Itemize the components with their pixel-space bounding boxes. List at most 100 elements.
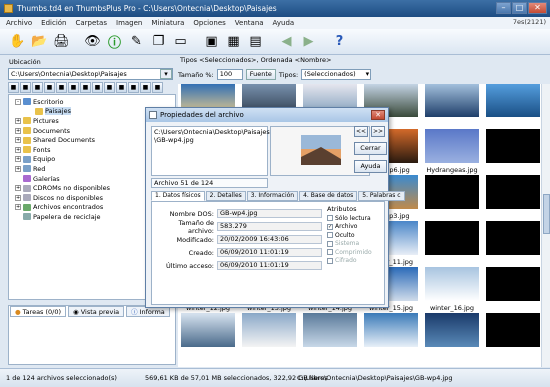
filter-info: Tipos <Seleccionados>, Ordenada <Nombre>: [180, 55, 332, 64]
expand-icon[interactable]: +: [15, 165, 21, 172]
thumbnail-image: [303, 313, 357, 347]
copy-icon[interactable]: ❐: [149, 32, 168, 51]
open-folder-icon[interactable]: 📂: [30, 32, 49, 51]
window-title: Thumbs.td4 en ThumbsPlus Pro - C:\Users\…: [17, 4, 277, 13]
maximize-button[interactable]: □: [512, 2, 527, 14]
thumbnail-image: [486, 84, 540, 117]
tab-details[interactable]: 2. Detalles: [205, 191, 246, 201]
folder-tool-icon[interactable]: ■: [56, 82, 67, 93]
close-dialog-button[interactable]: Cerrar: [354, 142, 387, 155]
title-bar: Thumbs.td4 en ThumbsPlus Pro - C:\Users\…: [0, 0, 550, 17]
thumbnail-item[interactable]: [483, 172, 542, 222]
expand-icon[interactable]: +: [15, 137, 21, 144]
folder-tool-icon[interactable]: ■: [44, 82, 55, 93]
menu-item[interactable]: Carpetas: [76, 19, 108, 27]
path-dropdown-button[interactable]: ▾: [160, 69, 172, 79]
menu-item[interactable]: Ventana: [235, 19, 264, 27]
folder-tool-icon[interactable]: ■: [140, 82, 151, 93]
thumbnail-item[interactable]: [300, 310, 360, 360]
slideshow-icon[interactable]: ▣: [202, 32, 221, 51]
expand-icon[interactable]: +: [15, 194, 21, 201]
folder-tool-icon[interactable]: ■: [104, 82, 115, 93]
menu-item[interactable]: Archivo: [6, 19, 32, 27]
tab-preview[interactable]: ◉ Vista previa: [68, 306, 125, 317]
main-toolbar: ✋ 📂 🖨 👁 ⓘ ✎ ❐ ▭ ▣ ▦ ▤ ◀ ▶ ?: [0, 29, 550, 55]
close-button[interactable]: ✕: [528, 2, 547, 14]
tab-keywords[interactable]: 5. Palabras c: [358, 191, 405, 201]
path-input[interactable]: C:\Users\Ontecnia\Desktop\Paisajes: [8, 68, 173, 80]
expand-icon[interactable]: +: [15, 127, 21, 134]
scrollbar-thumb[interactable]: [543, 194, 550, 234]
scanner-icon[interactable]: 🖨: [52, 32, 71, 51]
grid-scrollbar[interactable]: [541, 84, 550, 367]
menu-item[interactable]: Miniatura: [151, 19, 184, 27]
folder-tool-icon[interactable]: ■: [80, 82, 91, 93]
file-name-line: \GB-wp4.jpg: [154, 136, 194, 144]
folder-tool-icon[interactable]: ■: [8, 82, 19, 93]
types-select[interactable]: (Seleccionados): [301, 69, 372, 80]
forward-arrow-icon[interactable]: ▶: [299, 32, 318, 51]
thumbnail-item[interactable]: [422, 310, 482, 360]
thumbnail-item[interactable]: [239, 310, 299, 360]
attribute-label: Sistema: [335, 240, 360, 248]
expand-icon[interactable]: +: [15, 204, 21, 211]
thumbnail-item[interactable]: [361, 310, 421, 360]
thumbnail-item[interactable]: [422, 84, 482, 130]
property-row: Tamaño de archivo: 583.279: [158, 219, 328, 235]
view-eye-icon[interactable]: 👁: [83, 32, 102, 51]
font-button[interactable]: Fuente: [245, 69, 276, 80]
tree-item-label: Escritorio: [33, 97, 64, 106]
folder-icon: [23, 155, 31, 163]
minimize-button[interactable]: –: [496, 2, 511, 14]
document-icon[interactable]: ▭: [171, 32, 190, 51]
thumbnail-item[interactable]: [178, 310, 238, 360]
tab-physical-data[interactable]: 1. Datos físicos: [151, 191, 205, 201]
next-file-button[interactable]: >>: [371, 126, 385, 137]
size-input[interactable]: 100: [216, 69, 243, 80]
expand-icon[interactable]: +: [15, 117, 21, 124]
help-button[interactable]: Ayuda: [354, 160, 387, 173]
thumbnail-item[interactable]: [483, 84, 542, 130]
expand-icon[interactable]: +: [15, 156, 21, 163]
tab-information[interactable]: 3. Información: [246, 191, 299, 201]
menu-item[interactable]: Ayuda: [273, 19, 295, 27]
thumbnail-item[interactable]: [483, 218, 542, 268]
prev-file-button[interactable]: <<: [354, 126, 368, 137]
help-icon[interactable]: ?: [330, 32, 349, 51]
folder-tool-icon[interactable]: ■: [68, 82, 79, 93]
attribute-checkbox-row: Sólo lectura: [327, 214, 381, 223]
info-icon[interactable]: ⓘ: [105, 32, 124, 51]
folder-tool-icon[interactable]: ■: [152, 82, 163, 93]
tree-item[interactable]: - Escritorio: [15, 97, 175, 107]
thumbnail-item[interactable]: [483, 264, 542, 314]
folder-icon: [23, 136, 31, 144]
thumbnail-item[interactable]: [483, 310, 542, 360]
tab-tasks[interactable]: ● Tareas (0/0): [10, 306, 67, 317]
expand-icon[interactable]: +: [15, 146, 21, 153]
thumbnail-item[interactable]: [422, 172, 482, 222]
expand-icon[interactable]: -: [15, 98, 21, 105]
property-label: Modificado:: [176, 235, 214, 244]
folder-tool-icon[interactable]: ■: [32, 82, 43, 93]
file-list[interactable]: C:\Users\Ontecnia\Desktop\Paisajes \GB-w…: [151, 126, 270, 176]
thumbnail-item[interactable]: [483, 126, 542, 176]
folder-tool-icon[interactable]: ■: [116, 82, 127, 93]
hand-icon[interactable]: ✋: [8, 32, 27, 51]
menu-item[interactable]: Edición: [41, 19, 66, 27]
folder-tool-icon[interactable]: ■: [20, 82, 31, 93]
menu-item[interactable]: Opciones: [193, 19, 225, 27]
contact-sheet-icon[interactable]: ▦: [224, 32, 243, 51]
folder-tool-icon[interactable]: ■: [92, 82, 103, 93]
folder-tool-icon[interactable]: ■: [128, 82, 139, 93]
thumbnail-item[interactable]: winter_16.jpg: [422, 264, 482, 314]
back-arrow-icon[interactable]: ◀: [277, 32, 296, 51]
menu-item[interactable]: Imagen: [116, 19, 142, 27]
expand-icon[interactable]: +: [15, 185, 21, 192]
film-strip-icon[interactable]: ▤: [246, 32, 265, 51]
thumbnail-item[interactable]: [422, 218, 482, 268]
status-path: C:\Users\Ontecnia\Desktop\Paisajes\GB-wp…: [297, 374, 453, 382]
thumbnail-item[interactable]: Hydrangeas.jpg: [422, 126, 482, 176]
tab-database[interactable]: 4. Base de datos: [299, 191, 358, 201]
dialog-close-button[interactable]: ✕: [371, 110, 385, 120]
edit-icon[interactable]: ✎: [127, 32, 146, 51]
